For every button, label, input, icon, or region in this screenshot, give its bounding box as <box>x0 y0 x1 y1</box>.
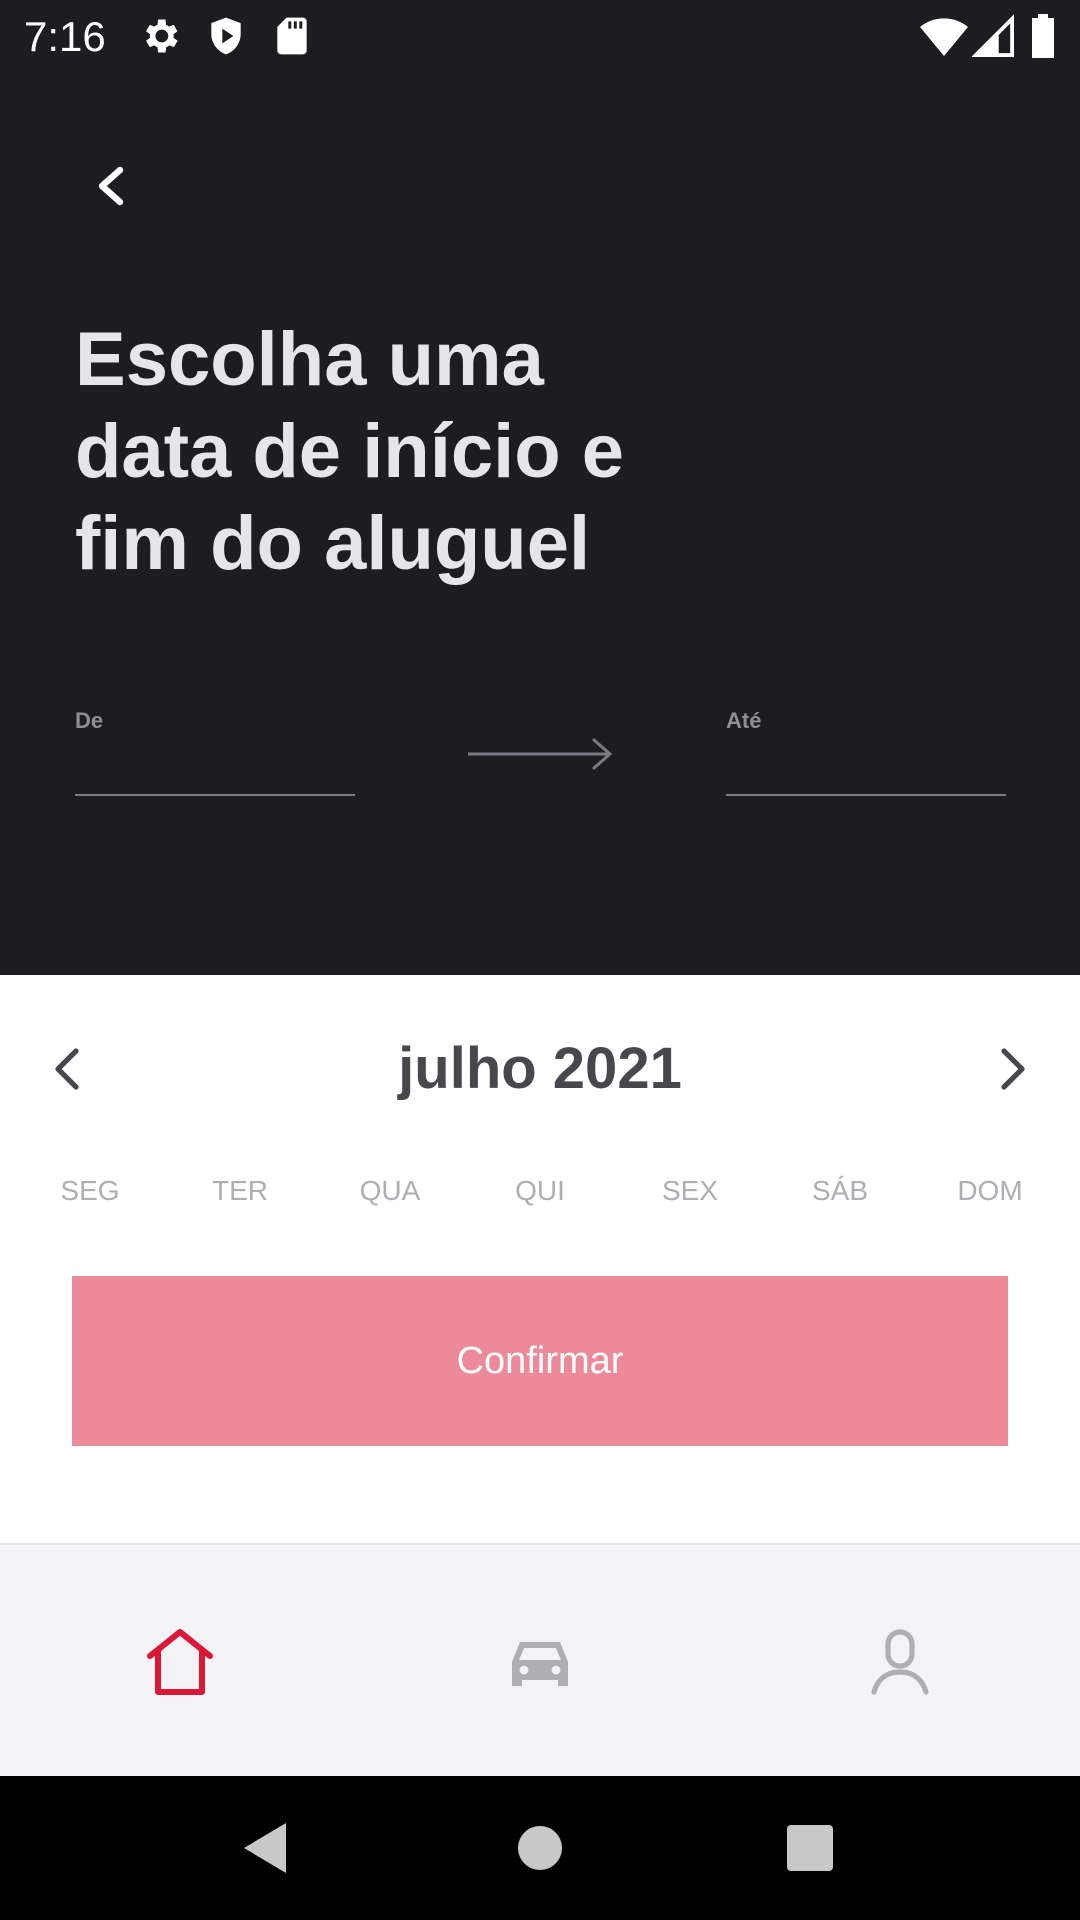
tab-profile[interactable] <box>720 1545 1080 1778</box>
weekday-label: SEG <box>60 1175 120 1206</box>
home-icon <box>147 1628 213 1695</box>
app-screen: 7:16 Escolha uma data de início e fim do… <box>0 0 1080 1920</box>
date-from-field[interactable]: De <box>75 708 355 796</box>
page-title: Escolha uma data de início e fim do alug… <box>75 317 625 586</box>
circle-home-icon <box>518 1826 562 1870</box>
system-home-button[interactable] <box>480 1776 600 1920</box>
system-navigation-bar <box>0 1776 1080 1920</box>
system-recents-button[interactable] <box>750 1776 870 1920</box>
weekday-header: SEG TER QUA QUI SEX SÁB DOM <box>30 1175 1050 1207</box>
bottom-tab-bar <box>0 1543 1080 1778</box>
weekday-label: DOM <box>957 1175 1023 1206</box>
square-recents-icon <box>787 1825 833 1871</box>
weekday-label: TER <box>212 1175 268 1206</box>
confirm-button[interactable]: Confirmar <box>72 1276 1008 1446</box>
arrow-right-icon <box>468 738 613 770</box>
car-icon <box>512 1641 568 1686</box>
battery-icon <box>1030 14 1060 58</box>
weekday-label: SEX <box>661 1175 719 1206</box>
weekday-label: QUA <box>359 1175 421 1206</box>
chevron-left-icon <box>98 166 124 206</box>
date-from-value[interactable] <box>75 734 355 796</box>
shield-play-icon <box>204 14 248 58</box>
sd-card-icon <box>270 14 314 58</box>
calendar: julho 2021 SEG TER QUA QUI SEX SÁB DOM <box>0 975 1080 1543</box>
tab-cars[interactable] <box>360 1545 720 1778</box>
date-to-value[interactable] <box>726 734 1006 796</box>
wifi-icon <box>920 14 968 58</box>
signal-icon <box>971 14 1016 58</box>
header: Escolha uma data de início e fim do alug… <box>0 74 1080 975</box>
system-back-button[interactable] <box>206 1776 326 1920</box>
triangle-back-icon <box>244 1823 286 1873</box>
user-icon <box>871 1628 929 1695</box>
tab-home[interactable] <box>0 1545 360 1778</box>
next-month-button[interactable] <box>984 1041 1040 1097</box>
weekday-label: QUI <box>515 1175 565 1206</box>
date-to-field[interactable]: Até <box>726 708 1006 796</box>
date-from-label: De <box>75 708 104 733</box>
status-bar: 7:16 <box>0 0 1080 74</box>
settings-icon <box>138 14 182 58</box>
chevron-right-icon <box>1001 1048 1025 1090</box>
month-title: julho 2021 <box>398 1036 682 1101</box>
weekday-label: SÁB <box>811 1175 869 1206</box>
status-time: 7:16 <box>24 13 106 60</box>
back-button[interactable] <box>80 154 144 218</box>
date-to-label: Até <box>726 708 762 733</box>
